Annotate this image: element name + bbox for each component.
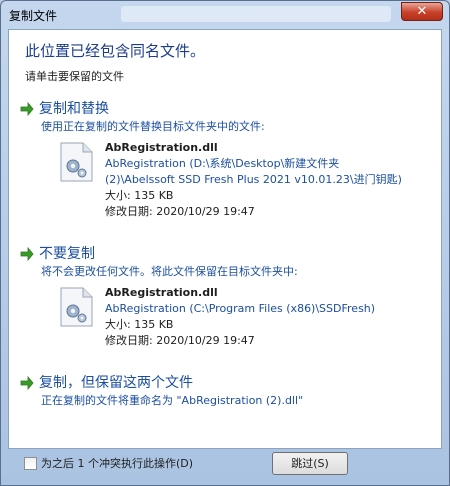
- green-arrow-icon: [20, 247, 34, 261]
- dialog-footer: 为之后 1 个冲突执行此操作(D) 跳过(S): [8, 449, 442, 479]
- dialog-subheading: 请单击要保留的文件: [25, 70, 124, 83]
- apply-to-all-checkbox[interactable]: [24, 457, 37, 470]
- file-details: AbRegistration.dll AbRegistration (D:\系统…: [105, 140, 402, 220]
- file-details: AbRegistration.dll AbRegistration (C:\Pr…: [105, 285, 375, 349]
- option-copy-replace[interactable]: 复制和替换 使用正在复制的文件替换目标文件夹中的文件: AbRegistrati…: [17, 98, 437, 218]
- dialog-window: 复制文件 ✕ 此位置已经包含同名文件。 请单击要保留的文件 复制和替换 使用正在…: [0, 0, 450, 486]
- skip-button[interactable]: 跳过(S): [272, 452, 348, 475]
- option-description: 使用正在复制的文件替换目标文件夹中的文件:: [41, 120, 265, 133]
- option-dont-copy[interactable]: 不要复制 将不会更改任何文件。将此文件保留在目标文件夹中: AbRegistra…: [17, 243, 437, 353]
- window-title: 复制文件: [9, 9, 58, 23]
- file-size: 大小: 135 KB: [105, 318, 174, 331]
- option-description: 正在复制的文件将重命名为 "AbRegistration (2).dll": [41, 394, 304, 407]
- close-button[interactable]: ✕: [401, 2, 443, 21]
- file-path: AbRegistration (C:\Program Files (x86)\S…: [105, 302, 376, 315]
- checkbox-label[interactable]: 为之后 1 个冲突执行此操作(D): [41, 455, 193, 471]
- option-title: 不要复制: [39, 246, 95, 262]
- file-name: AbRegistration.dll: [105, 141, 218, 154]
- file-modified-date: 修改日期: 2020/10/29 19:47: [105, 205, 255, 218]
- title-bar[interactable]: 复制文件 ✕: [1, 1, 449, 29]
- background-window-ghost: [121, 6, 391, 22]
- file-path: AbRegistration (D:\系统\Desktop\新建文件夹: [105, 157, 340, 170]
- dialog-heading: 此位置已经包含同名文件。: [25, 42, 206, 60]
- option-keep-both[interactable]: 复制，但保留这两个文件 正在复制的文件将重命名为 "AbRegistration…: [17, 372, 437, 416]
- file-modified-date: 修改日期: 2020/10/29 19:47: [105, 334, 255, 347]
- dll-file-icon: [60, 142, 93, 182]
- green-arrow-icon: [20, 376, 34, 390]
- file-size: 大小: 135 KB: [105, 189, 174, 202]
- dll-file-icon: [60, 287, 93, 327]
- option-title: 复制，但保留这两个文件: [39, 375, 193, 391]
- option-description: 将不会更改任何文件。将此文件保留在目标文件夹中:: [41, 265, 298, 278]
- dialog-content: 此位置已经包含同名文件。 请单击要保留的文件 复制和替换 使用正在复制的文件替换…: [8, 29, 442, 449]
- option-title: 复制和替换: [39, 101, 109, 117]
- file-name: AbRegistration.dll: [105, 286, 218, 299]
- file-path-continued: (2)\Abelssoft SSD Fresh Plus 2021 v10.01…: [105, 173, 402, 186]
- green-arrow-icon: [20, 102, 34, 116]
